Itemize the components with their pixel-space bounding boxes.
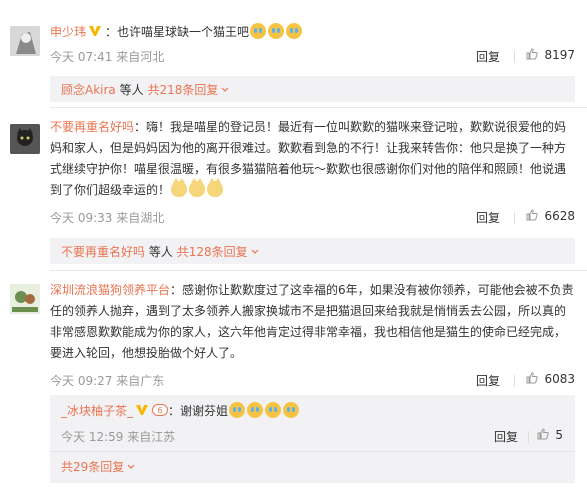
- like-button[interactable]: 6628: [526, 209, 575, 223]
- like-count: 5: [555, 428, 563, 442]
- comment-username[interactable]: 不要再重名好吗: [50, 120, 134, 134]
- like-count: 8197: [544, 48, 575, 62]
- thumbs-up-icon: [526, 209, 539, 221]
- avatar-image: [10, 124, 40, 154]
- crying-emoji-icon: [250, 23, 267, 39]
- avatar-image: [10, 26, 40, 56]
- cat-emoji-icon: [171, 178, 188, 197]
- thumbs-up-icon: [526, 48, 539, 60]
- avatar[interactable]: [10, 26, 40, 56]
- comment-text: ：也许喵星球缺一个猫王吧: [105, 25, 250, 39]
- sub-replies-box: _冰块柚子茶_ 6 ：谢谢芬姐 今天 12:59 来自江苏 回复 5 共29条回复: [50, 395, 575, 483]
- view-replies-link[interactable]: 共128条回复: [177, 245, 248, 259]
- svg-text:6: 6: [157, 406, 162, 415]
- avatar[interactable]: [10, 124, 40, 154]
- comment-body: 申少玮 ：也许喵星球缺一个猫王吧: [50, 22, 575, 43]
- crying-emoji-icon: [268, 23, 285, 39]
- chevron-down-icon: [221, 87, 229, 92]
- comment-username[interactable]: 深圳流浪猫狗领养平台: [50, 283, 170, 297]
- verified-v-icon: [89, 26, 102, 36]
- comment-time: 今天 09:27 来自广东: [50, 374, 165, 388]
- sub-reply-item: _冰块柚子茶_ 6 ：谢谢芬姐: [50, 401, 575, 423]
- thumbs-up-icon: [526, 372, 539, 384]
- comment-body: 深圳流浪猫狗领养平台：感谢你让歎歎度过了这幸福的6年，如果没有被你领养，可能他会…: [50, 280, 575, 364]
- verified-v-icon: [136, 405, 149, 415]
- sub-reply-text: ：谢谢芬姐: [168, 404, 229, 418]
- comment-username[interactable]: 申少玮: [50, 25, 86, 39]
- comment-item: 不要再重名好吗：嗨！我是喵星的登记员！最近有一位叫歎歎的猫咪来登记啦，歎歎说很爱…: [0, 108, 587, 268]
- like-count: 6083: [544, 372, 575, 386]
- avatar-image: [10, 284, 40, 314]
- crying-emoji-icon: [229, 402, 246, 418]
- comment-meta: 今天 09:33 来自湖北 回复 6628: [50, 209, 575, 229]
- sub-reply-meta: 今天 12:59 来自江苏 回复 5: [61, 428, 563, 448]
- view-replies-link[interactable]: 共218条回复: [147, 83, 218, 97]
- thumbs-up-icon: [537, 428, 550, 440]
- crying-emoji-icon: [265, 402, 282, 418]
- comment-time: 今天 09:33 来自湖北: [50, 211, 165, 225]
- comment-meta: 今天 09:27 来自广东 回复 6083: [50, 372, 575, 392]
- sub-reply-username[interactable]: 顾念Akira: [61, 83, 116, 97]
- avatar[interactable]: [10, 284, 40, 314]
- sub-reply-username[interactable]: _冰块柚子茶_: [61, 404, 133, 418]
- separator: [528, 431, 529, 443]
- sub-replies-box: 不要再重名好吗 等人 共128条回复: [50, 238, 575, 264]
- comment-body: 不要再重名好吗：嗨！我是喵星的登记员！最近有一位叫歎歎的猫咪来登记啦，歎歎说很爱…: [50, 117, 575, 201]
- cat-emoji-icon: [189, 178, 206, 197]
- like-button[interactable]: 6083: [526, 372, 575, 386]
- divider: [50, 451, 575, 452]
- sub-reply-time: 今天 12:59 来自江苏: [61, 430, 176, 444]
- separator: [514, 375, 515, 387]
- like-button[interactable]: 8197: [526, 48, 575, 62]
- comment-item: 深圳流浪猫狗领养平台：感谢你让歎歎度过了这幸福的6年，如果没有被你领养，可能他会…: [0, 271, 587, 487]
- comment-item: 申少玮 ：也许喵星球缺一个猫王吧 今天 07:41 来自河北 回复 8197 顾念…: [0, 0, 587, 105]
- comment-time: 今天 07:41 来自河北: [50, 50, 165, 64]
- sub-reply-middle: 等人: [119, 83, 144, 97]
- sub-reply-middle: 等人: [148, 245, 173, 259]
- separator: [514, 51, 515, 63]
- reply-button[interactable]: 回复: [494, 428, 518, 445]
- like-button[interactable]: 5: [537, 428, 563, 442]
- reply-button[interactable]: 回复: [476, 48, 500, 65]
- sub-replies-box: 顾念Akira 等人 共218条回复: [50, 76, 575, 102]
- separator: [514, 212, 515, 224]
- sub-reply-username[interactable]: 不要再重名好吗: [61, 245, 145, 259]
- view-replies-link[interactable]: 共29条回复: [61, 460, 124, 474]
- reply-button[interactable]: 回复: [476, 372, 500, 389]
- comment-meta: 今天 07:41 来自河北 回复 8197: [50, 48, 575, 68]
- chevron-down-icon: [127, 464, 135, 469]
- crying-emoji-icon: [283, 402, 300, 418]
- chevron-down-icon: [251, 249, 259, 254]
- reply-button[interactable]: 回复: [476, 209, 500, 226]
- crying-emoji-icon: [247, 402, 264, 418]
- vip-badge-icon: 6: [152, 404, 169, 416]
- like-count: 6628: [544, 209, 575, 223]
- cat-emoji-icon: [207, 178, 224, 197]
- crying-emoji-icon: [286, 23, 303, 39]
